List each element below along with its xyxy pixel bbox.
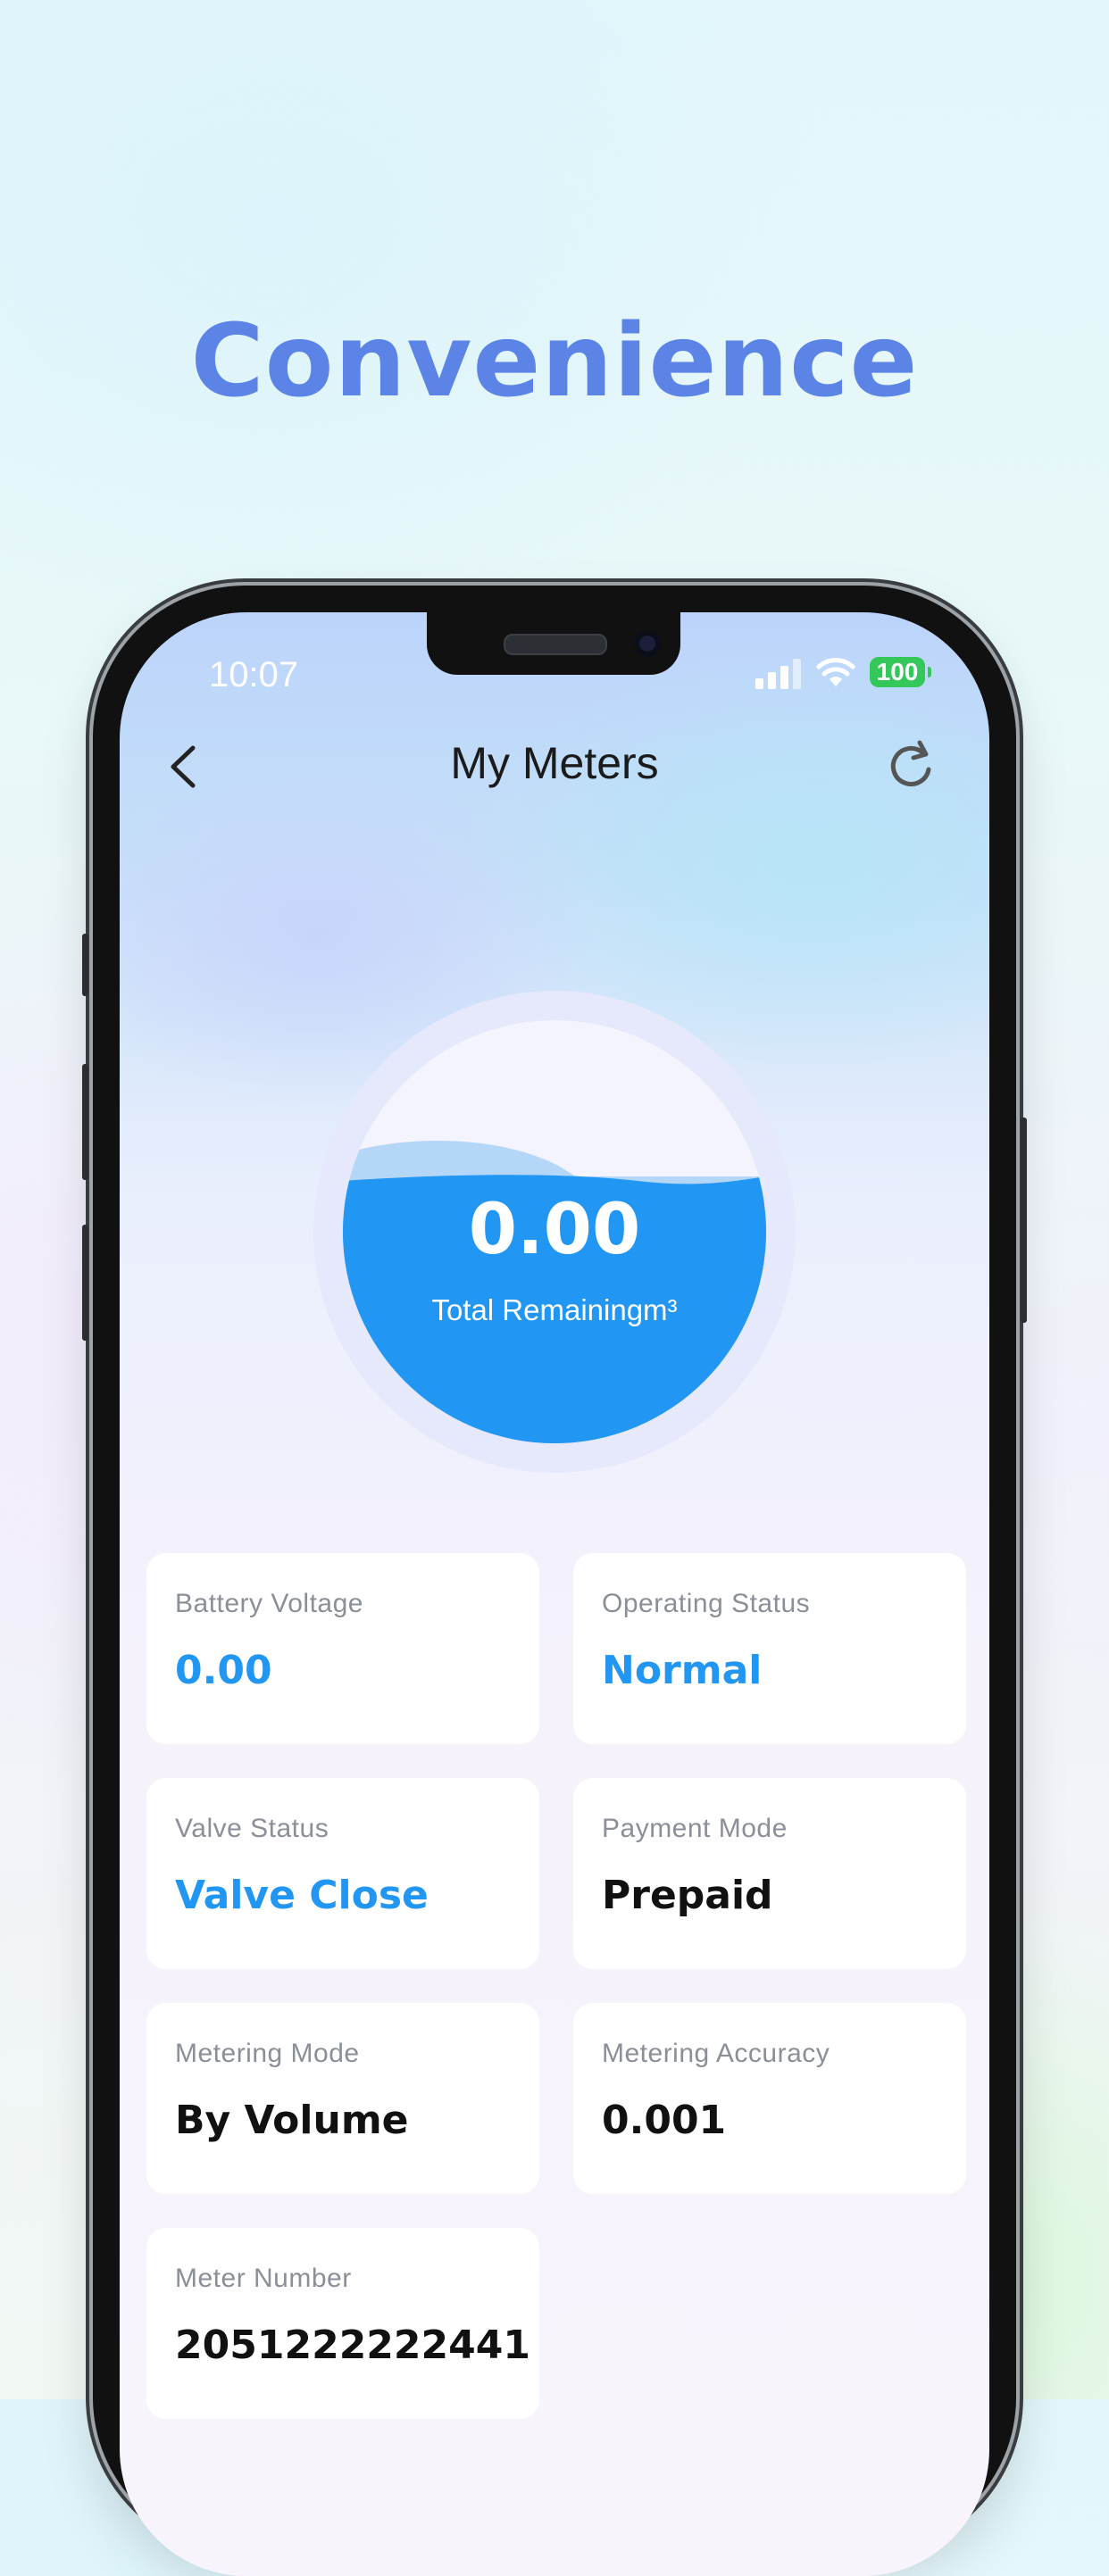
card-value: 2051222222441 [175, 2323, 530, 2368]
gauge-value: 0.00 [468, 1190, 641, 1270]
app-screen: 10:07 100 My Meters 0.00 Total Remaining… [120, 612, 989, 2576]
page-title: My Meters [450, 738, 659, 788]
remaining-gauge: 0.00 Total Remainingm³ [313, 991, 796, 1473]
phone-frame: 10:07 100 My Meters 0.00 Total Remaining… [82, 586, 1027, 2576]
speaker-icon [504, 634, 607, 655]
card-value: Valve Close [175, 1873, 429, 1918]
gauge-water-tank: 0.00 Total Remainingm³ [343, 1020, 766, 1443]
card-value: By Volume [175, 2098, 409, 2143]
meter-number-card: Meter Number 2051222222441 [146, 2228, 539, 2419]
headline: Convenience [190, 303, 919, 420]
metering-accuracy-card: Metering Accuracy 0.001 [573, 2003, 966, 2194]
card-value: Normal [602, 1648, 763, 1693]
wifi-icon [816, 658, 855, 686]
card-value: 0.00 [175, 1648, 272, 1693]
card-label: Battery Voltage [175, 1589, 363, 1618]
volume-up-button [82, 1064, 88, 1180]
card-value: Prepaid [602, 1873, 773, 1918]
payment-mode-card: Payment Mode Prepaid [573, 1778, 966, 1969]
cellular-signal-icon [755, 659, 801, 689]
battery-voltage-card: Battery Voltage 0.00 [146, 1553, 539, 1744]
card-value: 0.001 [602, 2098, 727, 2143]
power-button [1021, 1118, 1027, 1323]
card-label: Meter Number [175, 2264, 352, 2293]
card-label: Metering Accuracy [602, 2039, 830, 2068]
metering-mode-card: Metering Mode By Volume [146, 2003, 539, 2194]
volume-down-button [82, 1225, 88, 1341]
card-label: Operating Status [602, 1589, 811, 1618]
refresh-icon[interactable] [880, 735, 943, 798]
gauge-label: Total Remainingm³ [431, 1293, 678, 1326]
valve-status-card: Valve Status Valve Close [146, 1778, 539, 1969]
card-label: Payment Mode [602, 1814, 788, 1843]
camera-icon [634, 630, 661, 657]
card-label: Metering Mode [175, 2039, 360, 2068]
silent-switch [82, 934, 88, 996]
operating-status-card: Operating Status Normal [573, 1553, 966, 1744]
card-label: Valve Status [175, 1814, 329, 1843]
battery-icon: 100 [870, 657, 931, 687]
status-time: 10:07 [209, 655, 299, 694]
